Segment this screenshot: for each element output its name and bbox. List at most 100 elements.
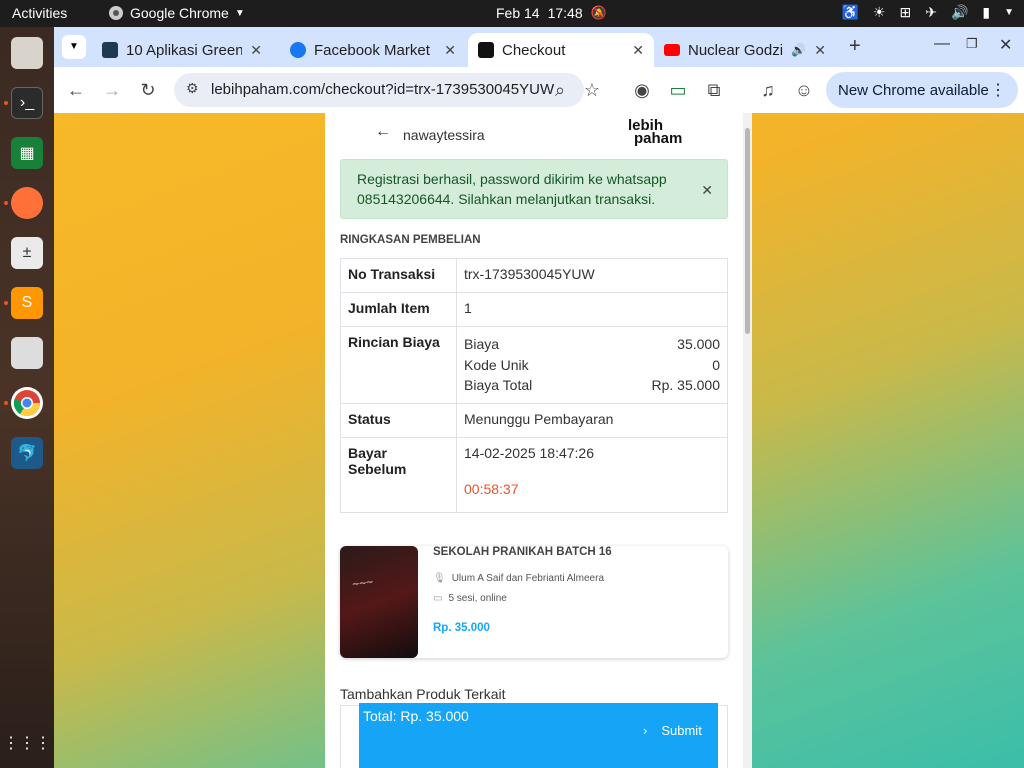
notifications-off-icon: 🔕 [590, 5, 607, 20]
new-tab-button[interactable]: + [849, 35, 861, 58]
calculator-icon[interactable]: ± [11, 237, 43, 269]
site-info-icon[interactable]: ⚙ [186, 80, 199, 97]
maximize-button[interactable]: ❐ [966, 36, 978, 52]
time-text: 17:48 [547, 5, 583, 21]
new-chrome-available-button[interactable]: New Chrome available ⋮ [826, 72, 1018, 108]
back-button[interactable]: ← [64, 78, 88, 102]
close-icon[interactable]: ✕ [250, 42, 262, 59]
clock[interactable]: Feb 14 17:48 🔕 [496, 5, 607, 21]
battery-icon: ▮ [982, 4, 991, 20]
success-alert: Registrasi berhasil, password dikirim ke… [340, 159, 728, 219]
logo-text-bottom: paham [634, 130, 683, 147]
forward-button[interactable]: → [100, 78, 124, 102]
scrollbar-thumb[interactable] [745, 128, 750, 334]
spreadsheet-icon[interactable]: ▦ [11, 137, 43, 169]
color-extension-icon[interactable]: ◉ [630, 78, 654, 102]
audio-playing-icon[interactable]: 🔊 [791, 43, 806, 57]
brightness-icon: ☀ [872, 4, 886, 20]
chrome-icon [109, 6, 123, 20]
tab-facebook[interactable]: Facebook Market ✕ [280, 33, 466, 67]
facebook-icon [290, 42, 306, 58]
lebihpaham-favicon-icon [478, 42, 494, 58]
tab-search-button[interactable]: ▼ [62, 35, 86, 59]
product-title: SEKOLAH PRANIKAH BATCH 16 [433, 546, 612, 558]
table-row: Bayar Sebelum 14-02-2025 18:47:26 00:58:… [340, 436, 728, 513]
running-indicator [4, 201, 8, 205]
close-window-button[interactable]: ✕ [999, 35, 1012, 55]
firefox-icon[interactable] [11, 187, 43, 219]
tab-title: 10 Aplikasi Green [126, 41, 243, 59]
section-title: RINGKASAN PEMBELIAN [340, 234, 481, 246]
dock: ›_ ▦ ± S 🐬 ⋮⋮⋮ [0, 27, 54, 768]
new-chrome-label: New Chrome available [838, 81, 989, 99]
jumlah-item-label: Jumlah Item [340, 292, 457, 327]
biaya-row: Biaya 35.000 [464, 334, 720, 355]
poster-artwork: ~~~ [351, 574, 374, 592]
lebihpaham-logo[interactable]: lebih paham [628, 118, 683, 147]
site-favicon-icon [102, 42, 118, 58]
system-tray[interactable]: ♿ ☀ ⊞ ✈ 🔊 ▮ ▼ [841, 4, 1014, 21]
tab-checkout[interactable]: Checkout ✕ [468, 33, 654, 67]
files-icon[interactable] [11, 37, 43, 69]
google-chrome-icon[interactable] [11, 387, 43, 419]
volume-icon: 🔊 [950, 4, 969, 20]
address-bar[interactable]: ⚙ lebihpaham.com/checkout?id=trx-1739530… [174, 73, 584, 107]
more-menu-icon[interactable]: ⋮ [990, 80, 1006, 100]
table-row: Jumlah Item 1 [340, 292, 728, 327]
close-icon[interactable]: ✕ [701, 180, 713, 200]
running-indicator [4, 401, 8, 405]
submit-button[interactable]: › Submit [643, 723, 702, 738]
tab-youtube[interactable]: Nuclear Godzi 🔊 ✕ [654, 33, 836, 67]
status-label: Status [340, 402, 457, 438]
biaya-value: 35.000 [677, 336, 720, 352]
running-indicator [4, 301, 8, 305]
tab-aplikasi[interactable]: 10 Aplikasi Green ✕ [92, 33, 272, 67]
accessibility-icon: ♿ [841, 4, 859, 20]
browser-toolbar: ← → ↻ ⚙ lebihpaham.com/checkout?id=trx-1… [54, 67, 1024, 113]
speakers-row: 🎙 Ulum A Saif dan Febrianti Almeera [433, 573, 604, 584]
product-image: ~~~ [340, 546, 418, 658]
close-icon[interactable]: ✕ [444, 42, 456, 59]
reload-button[interactable]: ↻ [136, 78, 160, 102]
no-transaksi-value: trx-1739530045YUW [456, 258, 728, 293]
app-grid-icon[interactable]: ⋮⋮⋮ [3, 727, 51, 759]
total-text: Total: Rp. 35.000 [363, 708, 469, 724]
activities-button[interactable]: Activities [12, 5, 67, 21]
screen-icon: ▭ [433, 593, 443, 604]
software-updater-icon[interactable] [11, 337, 43, 369]
back-arrow-icon[interactable]: ← [375, 123, 391, 141]
close-icon[interactable]: ✕ [632, 42, 644, 59]
bookmark-star-icon[interactable]: ☆ [580, 78, 604, 102]
power-menu-icon: ▼ [1004, 7, 1014, 18]
chevron-down-icon: ▼ [234, 7, 245, 19]
status-value: Menunggu Pembayaran [456, 402, 728, 438]
profile-avatar[interactable]: ☺ [792, 78, 816, 102]
tab-strip: ▼ 10 Aplikasi Green ✕ Facebook Market ✕ … [54, 27, 1024, 67]
sublime-text-icon[interactable]: S [11, 287, 43, 319]
username: nawaytessira [403, 127, 485, 143]
product-price: Rp. 35.000 [433, 622, 490, 634]
table-row: No Transaksi trx-1739530045YUW [340, 258, 728, 293]
product-card[interactable]: ~~~ SEKOLAH PRANIKAH BATCH 16 🎙 Ulum A S… [340, 546, 728, 658]
microphone-icon: 🎙 [433, 573, 446, 584]
jumlah-item-value: 1 [456, 292, 728, 327]
app-name: Google Chrome [130, 5, 229, 21]
chevron-right-icon: › [643, 723, 648, 738]
zoom-icon[interactable]: ⌕ [548, 78, 572, 102]
bayar-sebelum-label: Bayar Sebelum [340, 436, 457, 513]
biaya-total-row: Biaya Total Rp. 35.000 [464, 375, 720, 396]
terminal-icon[interactable]: ›_ [11, 87, 43, 119]
page-scrollbar[interactable] [743, 113, 752, 768]
media-controls-icon[interactable]: ♫ [756, 78, 780, 102]
minimize-button[interactable]: — [934, 35, 950, 53]
kode-unik-row: Kode Unik 0 [464, 355, 720, 376]
extensions-puzzle-icon[interactable]: ⧉ [702, 78, 726, 102]
product-sessions: 5 sesi, online [448, 593, 507, 604]
mysql-workbench-icon[interactable]: 🐬 [11, 437, 43, 469]
app-menu[interactable]: Google Chrome ▼ [108, 5, 245, 21]
submit-label: Submit [661, 723, 702, 738]
close-icon[interactable]: ✕ [814, 42, 826, 59]
url-text: lebihpaham.com/checkout?id=trx-173953004… [211, 81, 555, 98]
screen-extension-icon[interactable]: ▭ [666, 78, 690, 102]
airplane-icon: ✈ [925, 4, 937, 20]
